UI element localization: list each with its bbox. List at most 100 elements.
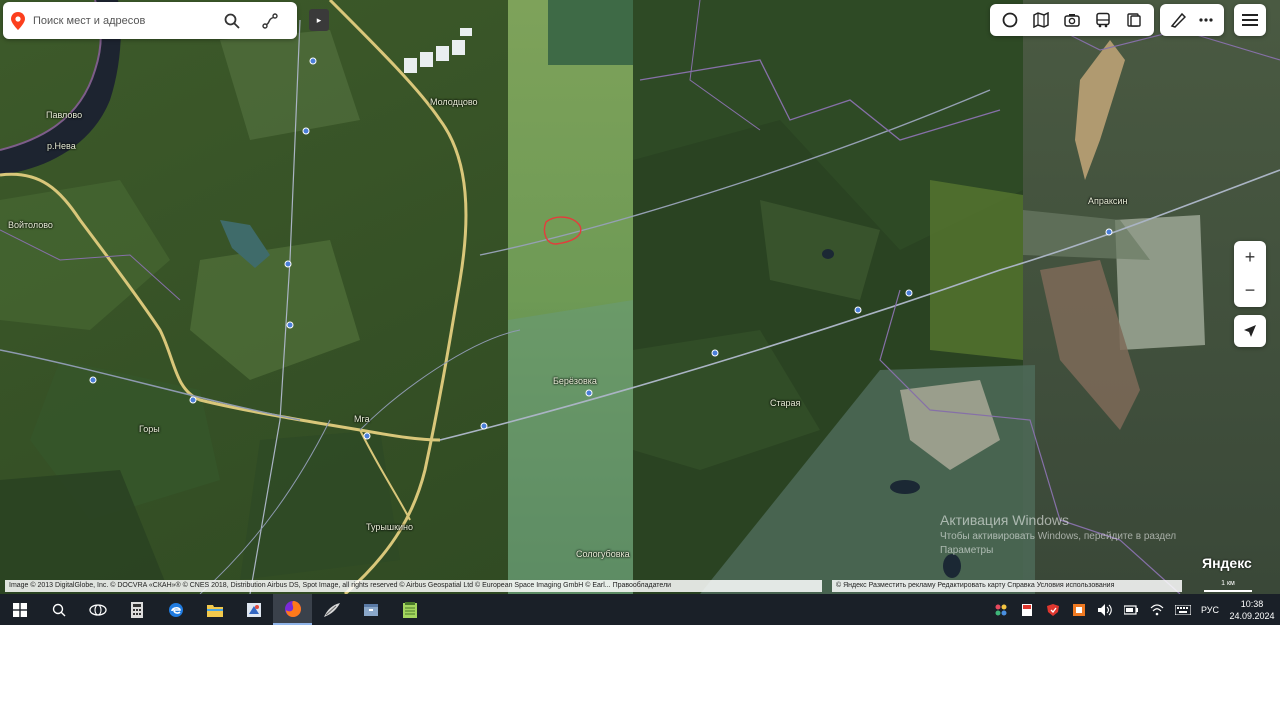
start-button[interactable] xyxy=(0,594,39,625)
taskbar: РУС 10:38 24.09.2024 xyxy=(0,594,1280,625)
place-label: Войтолово xyxy=(8,220,53,230)
search-button[interactable] xyxy=(213,2,251,39)
zoom-out-button[interactable]: − xyxy=(1234,274,1266,307)
taskbar-app-edge[interactable] xyxy=(156,594,195,625)
photo-layer-button[interactable] xyxy=(1056,4,1087,36)
zoom-in-button[interactable]: + xyxy=(1234,241,1266,274)
search-icon xyxy=(224,13,240,29)
notepad-icon xyxy=(402,601,417,618)
layers-icon xyxy=(1127,13,1142,27)
place-label: Мга xyxy=(354,414,370,424)
feather-icon xyxy=(323,602,340,617)
place-label: Берёзовка xyxy=(553,376,597,386)
firefox-icon xyxy=(284,600,301,617)
shield-icon xyxy=(1047,603,1059,616)
activation-subtitle: Чтобы активировать Windows, перейдите в … xyxy=(940,531,1177,542)
taskbar-search-button[interactable] xyxy=(39,594,78,625)
taskbar-app-feather[interactable] xyxy=(312,594,351,625)
activation-settings-text: Параметры xyxy=(940,545,994,556)
collapse-panel-button[interactable]: ▸ xyxy=(309,9,329,31)
keyboard-button[interactable] xyxy=(1170,594,1196,625)
wifi-icon xyxy=(1150,603,1164,615)
map-scale: 1 км xyxy=(1204,580,1252,592)
ruler-button[interactable] xyxy=(1164,4,1192,36)
network-button[interactable] xyxy=(1144,594,1170,625)
archive-icon xyxy=(363,603,378,616)
paint-icon xyxy=(246,602,261,617)
place-label: Старая xyxy=(770,398,801,408)
place-label: р.Нева xyxy=(47,141,76,151)
windows-logo-icon xyxy=(12,602,27,617)
taskbar-app-archive[interactable] xyxy=(351,594,390,625)
place-label: Апраксин xyxy=(1088,196,1128,206)
power-status-button[interactable] xyxy=(1118,594,1144,625)
route-button[interactable] xyxy=(251,2,289,39)
windows-activation-watermark: Активация Windows Чтобы активировать Win… xyxy=(940,512,1176,556)
ruler-icon xyxy=(1170,12,1186,28)
my-location-button[interactable] xyxy=(1234,315,1266,347)
yandex-footer-links[interactable]: © Яндекс Разместить рекламу Редактироват… xyxy=(832,580,1182,592)
clock-time: 10:38 xyxy=(1240,598,1264,609)
satellite-map[interactable]: Молодцово р.Нева Павлово Мга Берёзовка С… xyxy=(0,0,1280,594)
tray-app-document[interactable] xyxy=(1014,594,1040,625)
traffic-layer-button[interactable] xyxy=(994,4,1025,36)
system-tray: РУС 10:38 24.09.2024 xyxy=(988,594,1280,625)
task-view-icon xyxy=(88,603,107,616)
route-icon xyxy=(262,12,278,29)
taskbar-app-firefox[interactable] xyxy=(273,594,312,625)
place-label: Горы xyxy=(139,424,160,434)
transport-layer-button[interactable] xyxy=(1088,4,1119,36)
edge-icon xyxy=(168,602,183,617)
place-label: Молодцово xyxy=(430,97,478,107)
tools-toolbar xyxy=(1160,4,1224,36)
input-language-indicator[interactable]: РУС xyxy=(1196,605,1224,615)
camera-icon xyxy=(1064,14,1080,27)
more-button[interactable] xyxy=(1192,4,1220,36)
color-flower-icon xyxy=(995,604,1007,615)
search-box[interactable] xyxy=(3,2,297,39)
minus-icon: − xyxy=(1244,280,1256,300)
document-icon xyxy=(1022,603,1032,616)
taskbar-app-notes[interactable] xyxy=(390,594,429,625)
folder-icon xyxy=(206,604,223,617)
plus-icon: + xyxy=(1244,247,1256,267)
layers-toolbar xyxy=(990,4,1154,36)
map-book-icon xyxy=(1033,12,1049,28)
tray-app-colorful[interactable] xyxy=(988,594,1014,625)
battery-icon xyxy=(1124,604,1138,615)
volume-button[interactable] xyxy=(1092,594,1118,625)
clock-date: 24.09.2024 xyxy=(1229,610,1275,621)
speaker-icon xyxy=(1098,603,1112,616)
imagery-copyright[interactable]: Image © 2013 DigitalGlobe, Inc. © DOCVRA… xyxy=(5,580,822,592)
hamburger-menu-icon xyxy=(1242,14,1258,26)
location-pin-icon xyxy=(3,2,33,39)
system-clock[interactable]: 10:38 24.09.2024 xyxy=(1224,598,1280,622)
place-label: Павлово xyxy=(46,110,83,120)
place-label: Сологубовка xyxy=(576,549,630,559)
keyboard-icon xyxy=(1175,604,1191,615)
navigation-arrow-icon xyxy=(1244,325,1256,337)
taskbar-app-paint[interactable] xyxy=(234,594,273,625)
bus-icon xyxy=(1096,12,1110,28)
yandex-logo: Яндекс xyxy=(1202,555,1252,571)
search-icon xyxy=(52,603,65,616)
chevron-right-icon: ▸ xyxy=(316,14,322,25)
satellite-imagery xyxy=(0,0,1280,594)
taskbar-app-calculator[interactable] xyxy=(117,594,156,625)
task-view-button[interactable] xyxy=(78,594,117,625)
desktop-screen: Молодцово р.Нева Павлово Мга Берёзовка С… xyxy=(0,0,1280,625)
traffic-icon xyxy=(1002,12,1017,28)
place-label: Турышкино xyxy=(366,522,414,532)
calculator-icon xyxy=(130,601,143,618)
more-dots-icon xyxy=(1199,18,1213,22)
office-icon xyxy=(1073,603,1085,616)
search-input[interactable] xyxy=(33,10,213,31)
main-menu-button[interactable] xyxy=(1234,4,1266,36)
map-layers-button[interactable] xyxy=(1119,4,1150,36)
panorama-layer-button[interactable] xyxy=(1025,4,1056,36)
tray-app-antivirus[interactable] xyxy=(1040,594,1066,625)
activation-title: Активация Windows xyxy=(940,512,1070,528)
zoom-control: + − xyxy=(1234,241,1266,307)
taskbar-app-explorer[interactable] xyxy=(195,594,234,625)
tray-app-office[interactable] xyxy=(1066,594,1092,625)
